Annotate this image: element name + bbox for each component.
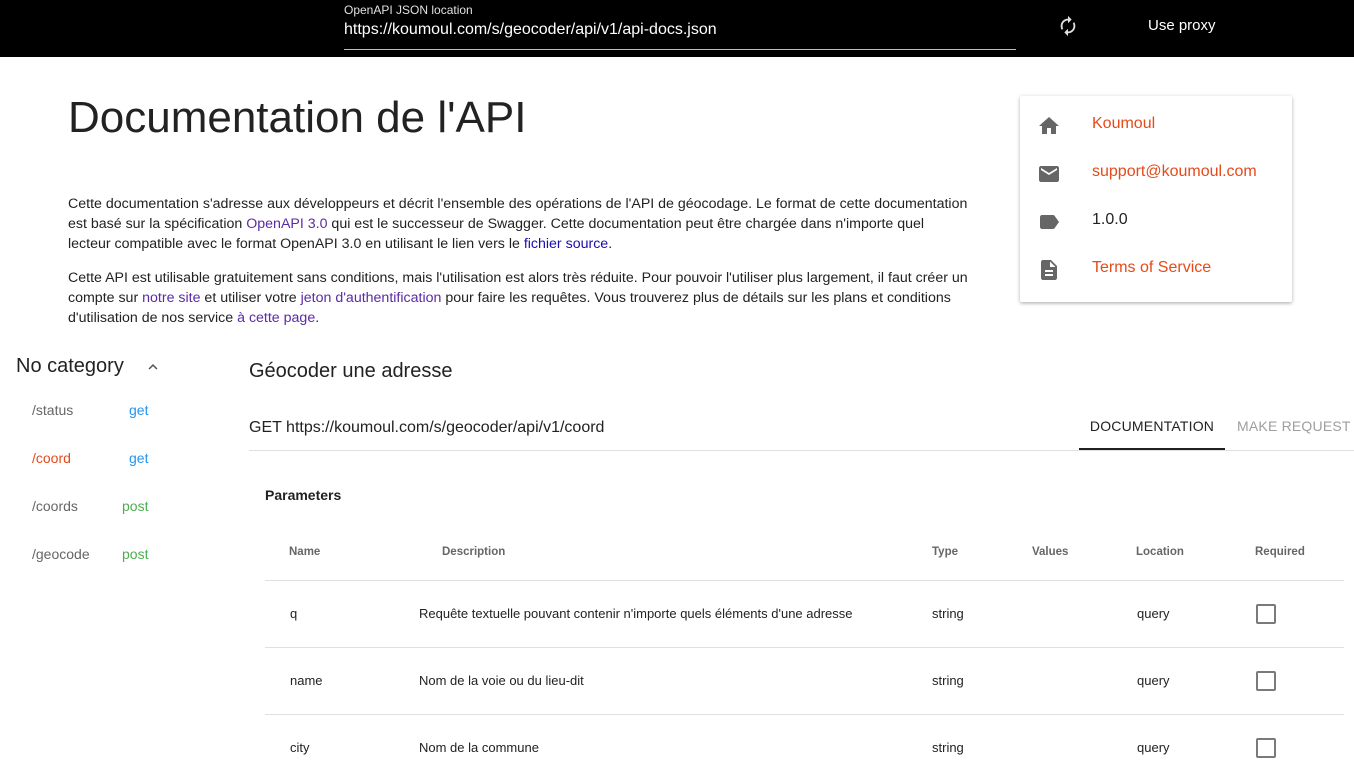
mail-icon (1037, 162, 1061, 186)
route-path: /status (32, 402, 74, 418)
route-method: post (122, 546, 149, 562)
route-method: get (129, 402, 149, 418)
refresh-icon[interactable] (1057, 15, 1079, 37)
param-type: string (932, 673, 964, 688)
required-checkbox[interactable] (1256, 604, 1276, 624)
route-method: get (129, 450, 149, 466)
param-description: Requête textuelle pouvant contenir n'imp… (419, 606, 853, 621)
sidebar-route-coords[interactable]: /coords post (32, 495, 182, 519)
top-bar: OpenAPI JSON location Use proxy (0, 0, 1354, 57)
table-divider (265, 714, 1344, 715)
param-type: string (932, 606, 964, 621)
param-location: query (1137, 673, 1170, 688)
param-name: q (290, 606, 298, 621)
tabs-divider (249, 450, 1354, 451)
parameters-heading: Parameters (265, 487, 342, 503)
param-location: query (1137, 606, 1170, 621)
param-description: Nom de la voie ou du lieu-dit (419, 673, 584, 688)
param-name: city (290, 740, 310, 755)
route-path: /coords (32, 498, 78, 514)
url-input[interactable] (344, 19, 1016, 41)
email-row[interactable]: support@koumoul.com (1020, 150, 1292, 198)
label-icon (1037, 210, 1061, 234)
column-header-location: Location (1136, 546, 1184, 558)
category-header[interactable]: No category (16, 355, 124, 378)
active-tab-indicator (1079, 448, 1225, 450)
contact-row[interactable]: Koumoul (1020, 102, 1292, 150)
text: . (315, 310, 320, 326)
param-description: Nom de la commune (419, 740, 539, 755)
tab-make-request[interactable]: MAKE REQUEST (1237, 418, 1351, 434)
use-proxy-button[interactable]: Use proxy (1148, 17, 1216, 34)
chevron-up-icon[interactable] (144, 358, 162, 376)
table-divider (265, 647, 1344, 648)
description-paragraph-2: Cette API est utilisable gratuitement sa… (68, 268, 968, 328)
terms-row[interactable]: Terms of Service (1020, 246, 1292, 294)
home-icon (1037, 114, 1061, 138)
info-card: Koumoul support@koumoul.com 1.0.0 Terms … (1020, 96, 1292, 302)
column-header-description: Description (442, 546, 506, 558)
page-title: Documentation de l'API (68, 93, 527, 142)
endpoint-url: GET https://koumoul.com/s/geocoder/api/v… (249, 419, 605, 436)
column-header-type: Type (932, 546, 958, 558)
required-checkbox[interactable] (1256, 671, 1276, 691)
description-paragraph-1: Cette documentation s'adresse aux dévelo… (68, 194, 968, 254)
site-link[interactable]: notre site (142, 290, 200, 306)
param-name: name (290, 673, 323, 688)
contact-link[interactable]: Koumoul (1092, 115, 1155, 133)
sidebar-route-geocode[interactable]: /geocode post (32, 543, 182, 567)
sidebar-route-status[interactable]: /status get (32, 399, 182, 423)
email-link[interactable]: support@koumoul.com (1092, 163, 1257, 181)
sidebar-route-coord[interactable]: /coord get (32, 447, 182, 471)
text: et utiliser votre (200, 290, 301, 306)
url-field-label: OpenAPI JSON location (344, 3, 473, 17)
column-header-name: Name (289, 546, 321, 558)
document-icon (1037, 258, 1061, 282)
version-value: 1.0.0 (1092, 211, 1128, 228)
param-type: string (932, 740, 964, 755)
column-header-values: Values (1032, 546, 1069, 558)
url-field[interactable]: OpenAPI JSON location (344, 0, 1016, 50)
route-method: post (122, 498, 149, 514)
route-path: /coord (32, 450, 71, 466)
operation-title: Géocoder une adresse (249, 360, 453, 382)
param-location: query (1137, 740, 1170, 755)
column-header-required: Required (1255, 546, 1305, 558)
openapi-link[interactable]: OpenAPI 3.0 (246, 216, 327, 232)
source-file-link[interactable]: fichier source (524, 236, 608, 252)
table-divider (265, 580, 1344, 581)
text: . (608, 236, 613, 252)
plans-link[interactable]: à cette page (237, 310, 315, 326)
version-row: 1.0.0 (1020, 198, 1292, 246)
required-checkbox[interactable] (1256, 738, 1276, 758)
terms-link[interactable]: Terms of Service (1092, 259, 1211, 277)
tab-documentation[interactable]: DOCUMENTATION (1079, 418, 1225, 434)
route-path: /geocode (32, 546, 90, 562)
token-link[interactable]: jeton d'authentification (301, 290, 442, 306)
